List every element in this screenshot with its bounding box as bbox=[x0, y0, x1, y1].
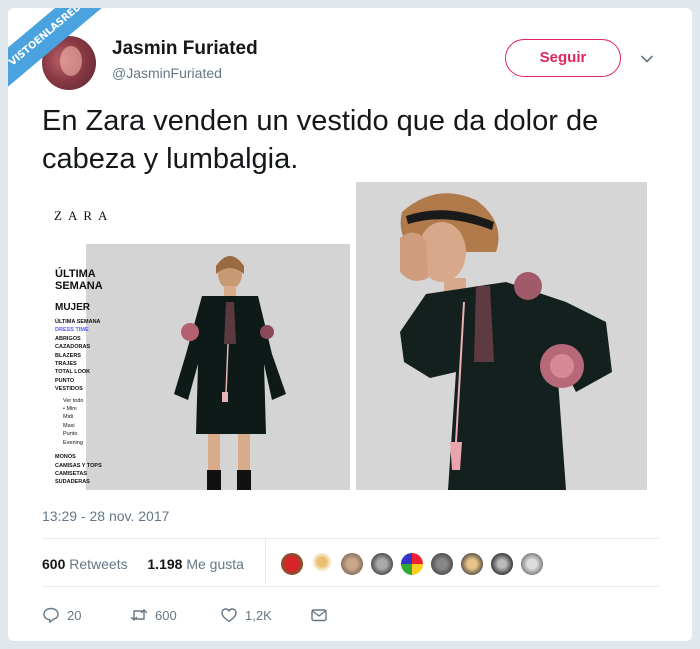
liker-avatar[interactable] bbox=[430, 552, 454, 576]
tweet-text: En Zara venden un vestido que da dolor d… bbox=[42, 105, 599, 175]
chevron-down-icon[interactable] bbox=[640, 52, 654, 66]
submenu-item: Evening bbox=[63, 439, 83, 446]
menu-item: TRAJES bbox=[55, 361, 77, 368]
retweet-icon bbox=[130, 609, 148, 621]
menu-item: PUNTO bbox=[55, 377, 75, 384]
menu-item: TOTAL LOOK bbox=[55, 369, 91, 376]
divider-bottom bbox=[42, 586, 659, 587]
menu-item: CAMISAS Y TOPS bbox=[55, 462, 102, 469]
tweet-image-2[interactable] bbox=[356, 182, 647, 490]
author-name[interactable]: Jasmin Furiated bbox=[112, 38, 258, 60]
tweet-stats: 600 Retweets 1.198 Me gusta bbox=[42, 556, 244, 572]
liker-avatar[interactable] bbox=[520, 552, 544, 576]
submenu-item: Ver todo bbox=[63, 397, 84, 404]
tweet-card: VISTOENLASREDES Jasmin Furiated @JasminF… bbox=[8, 8, 692, 641]
liker-avatar[interactable] bbox=[280, 552, 304, 576]
retweet-count: 600 bbox=[155, 607, 177, 623]
likes-count[interactable]: 1.198 bbox=[147, 556, 182, 572]
divider-top bbox=[42, 538, 659, 539]
tweet-image-1[interactable]: ZARA ÚLTIMA SEMANA MUJER ÚLTIMA SEMANA D… bbox=[39, 184, 350, 490]
mail-icon bbox=[311, 609, 327, 622]
follow-button[interactable]: Seguir bbox=[505, 39, 621, 77]
menu-item: MONOS bbox=[55, 454, 76, 461]
model-photo-2 bbox=[356, 182, 647, 490]
submenu-item: • Mini bbox=[63, 406, 77, 413]
likes-label[interactable]: Me gusta bbox=[186, 556, 244, 572]
model-figure-1 bbox=[86, 244, 350, 490]
zara-logo: ZARA bbox=[54, 208, 114, 223]
menu-heading-1: ÚLTIMA bbox=[55, 268, 96, 280]
liker-avatar[interactable] bbox=[400, 552, 424, 576]
reply-button[interactable]: 20 bbox=[42, 605, 81, 625]
reply-icon bbox=[43, 607, 59, 623]
retweets-label[interactable]: Retweets bbox=[69, 556, 127, 572]
liker-avatar[interactable] bbox=[370, 552, 394, 576]
menu-item: DRESS TIME bbox=[55, 327, 89, 334]
model-photo-1 bbox=[86, 244, 350, 490]
retweets-count[interactable]: 600 bbox=[42, 556, 65, 572]
author-handle[interactable]: @JasminFuriated bbox=[112, 65, 222, 81]
menu-item: BLAZERS bbox=[55, 352, 81, 359]
stats-separator bbox=[265, 539, 266, 585]
menu-section: MUJER bbox=[55, 302, 91, 313]
message-button[interactable] bbox=[310, 605, 328, 625]
menu-item: CAZADORAS bbox=[55, 344, 91, 351]
heart-icon bbox=[221, 608, 237, 623]
menu-item: CAMISETAS bbox=[55, 470, 87, 477]
menu-item: ABRIGOS bbox=[55, 335, 81, 342]
submenu-item: Maxi bbox=[63, 422, 75, 429]
submenu-item: Punto bbox=[63, 431, 78, 438]
tweet-timestamp[interactable]: 13:29 - 28 nov. 2017 bbox=[42, 508, 169, 524]
like-button[interactable]: 1,2K bbox=[220, 605, 272, 625]
liker-avatar[interactable] bbox=[340, 552, 364, 576]
menu-item: ÚLTIMA SEMANA bbox=[55, 319, 101, 325]
liker-avatar[interactable] bbox=[490, 552, 514, 576]
menu-heading-2: SEMANA bbox=[55, 280, 103, 292]
liker-avatar[interactable] bbox=[460, 552, 484, 576]
menu-item: VESTIDOS bbox=[55, 386, 83, 393]
retweet-button[interactable]: 600 bbox=[130, 605, 177, 625]
menu-item: SUDADERAS bbox=[55, 479, 90, 486]
liker-avatar[interactable] bbox=[310, 552, 334, 576]
zara-menu: ÚLTIMA SEMANA MUJER ÚLTIMA SEMANA DRESS … bbox=[55, 268, 103, 487]
reply-count: 20 bbox=[67, 607, 82, 623]
submenu-item: Midi bbox=[63, 414, 74, 421]
like-count: 1,2K bbox=[245, 607, 272, 623]
